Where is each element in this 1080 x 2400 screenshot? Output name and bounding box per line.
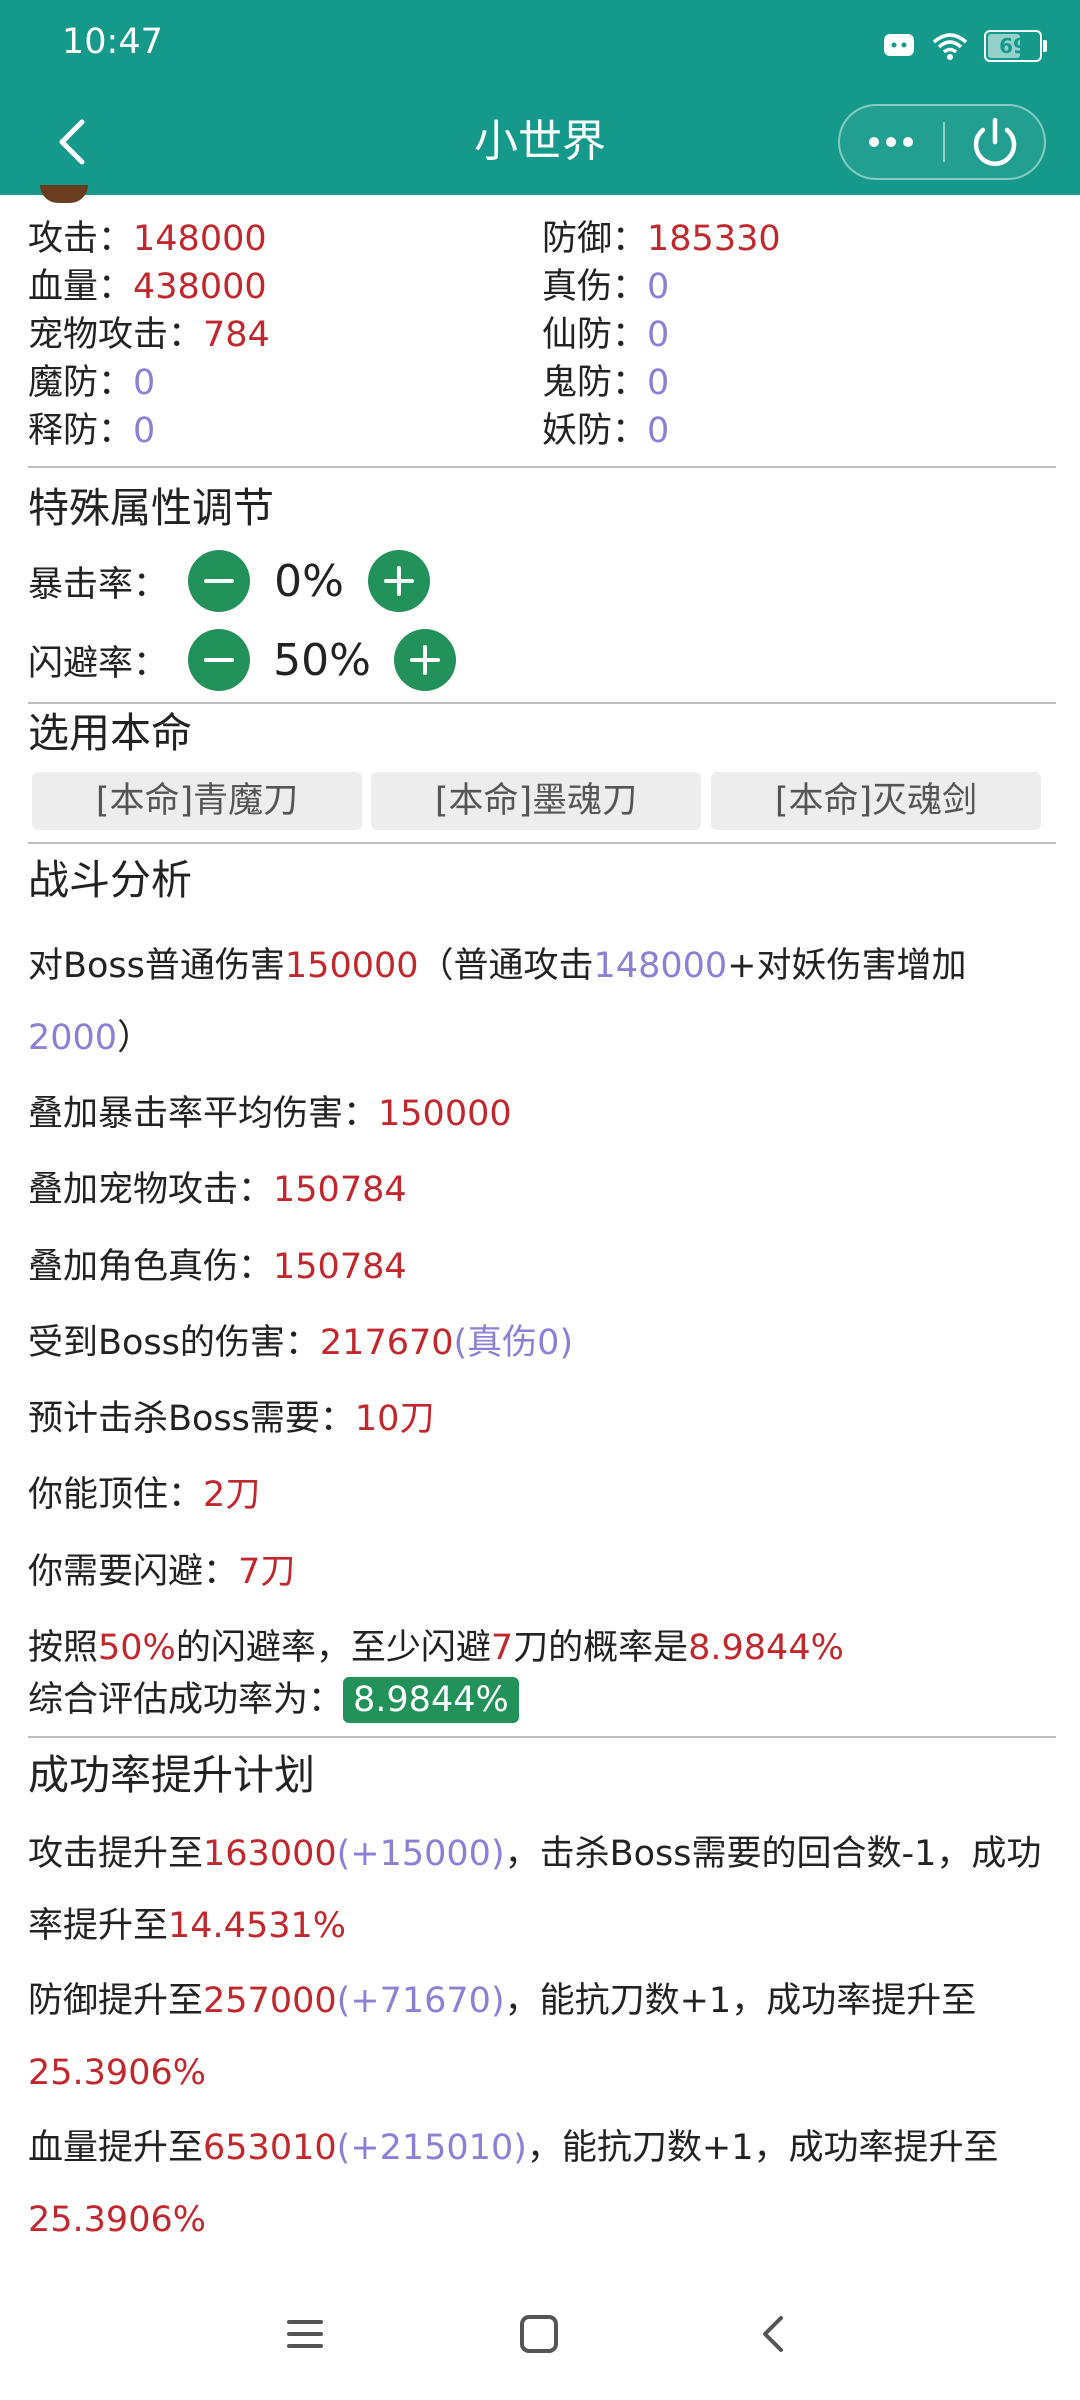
status-time: 10:47: [62, 22, 163, 62]
stat-demon-defense: 魔防：0: [28, 363, 156, 403]
plan-attack: 攻击提升至163000(+15000)，击杀Boss需要的回合数-1，成功率提升…: [28, 1834, 1042, 1946]
mini-program-capsule: [838, 104, 1046, 180]
dodge-probability: 按照50%的闪避率，至少闪避7刀的概率是8.9844%: [28, 1628, 844, 1668]
special-attr-title: 特殊属性调节: [28, 484, 274, 532]
battle-analysis-title: 战斗分析: [28, 856, 192, 904]
hits-to-dodge: 你需要闪避：7刀: [28, 1552, 296, 1592]
overall-success-rate: 综合评估成功率为： 8.9844%: [28, 1676, 519, 1724]
success-rate-badge: 8.9844%: [343, 1677, 519, 1723]
stat-hp: 血量：438000: [28, 267, 267, 307]
crit-average-damage: 叠加暴击率平均伤害：150000: [28, 1094, 512, 1134]
home-icon[interactable]: [509, 2304, 569, 2364]
boss-damage-summary: 对Boss普通伤害150000（普通攻击148000+对妖伤害增加 2000）: [28, 946, 967, 1058]
divider: [28, 702, 1056, 704]
weapon-option-miehun[interactable]: [本命]灭魂剑: [711, 772, 1041, 830]
app-header: 小世界: [0, 90, 1080, 195]
power-icon[interactable]: [945, 106, 1045, 178]
nav-back-icon[interactable]: [745, 2304, 805, 2364]
notification-icon: [884, 34, 914, 56]
wifi-icon: [932, 33, 968, 60]
stat-defense: 防御：185330: [542, 219, 781, 259]
plan-hp: 血量提升至653010(+215010)，能抗刀数+1，成功率提升至 25.390…: [28, 2128, 999, 2240]
dodge-rate-value: 50%: [273, 634, 371, 686]
stat-immortal-defense: 仙防：0: [542, 315, 670, 355]
pet-attack-damage: 叠加宠物攻击：150784: [28, 1170, 407, 1210]
battery-icon: 69: [984, 30, 1047, 62]
dodge-rate-label: 闪避率：: [28, 643, 169, 684]
avatar: [40, 185, 88, 203]
divider: [28, 466, 1056, 468]
weapon-section-title: 选用本命: [28, 709, 192, 757]
battery-level: 69: [999, 34, 1027, 58]
status-bar: 10:47 69: [0, 0, 1080, 90]
stat-ghost-defense: 鬼防：0: [542, 363, 670, 403]
divider: [28, 842, 1056, 844]
more-dots-icon[interactable]: [840, 106, 943, 178]
weapon-options: [本命]青魔刀 [本命]墨魂刀 [本命]灭魂剑: [0, 772, 1080, 832]
crit-plus-icon[interactable]: [368, 550, 431, 612]
stat-buddha-defense: 释防：0: [28, 411, 156, 451]
stat-monster-defense: 妖防：0: [542, 411, 670, 451]
dodge-minus-icon[interactable]: [188, 629, 251, 691]
stat-pet-attack: 宠物攻击：784: [28, 315, 270, 355]
crit-rate-label: 暴击率：: [28, 564, 169, 605]
system-nav-bar: [0, 2268, 1080, 2400]
divider: [28, 1736, 1056, 1738]
crit-rate-adjuster: 暴击率： 0%: [28, 549, 431, 613]
hits-survivable: 你能顶住：2刀: [28, 1475, 261, 1515]
true-damage-total: 叠加角色真伤：150784: [28, 1247, 407, 1287]
status-icons: 69: [882, 26, 1047, 66]
weapon-option-mohun[interactable]: [本命]墨魂刀: [371, 772, 701, 830]
dodge-rate-adjuster: 闪避率： 50%: [28, 628, 457, 692]
improvement-plan-title: 成功率提升计划: [28, 1751, 315, 1799]
damage-taken: 受到Boss的伤害：217670(真伤0): [28, 1323, 574, 1363]
crit-rate-value: 0%: [274, 555, 344, 607]
crit-minus-icon[interactable]: [188, 550, 251, 612]
stat-true-damage: 真伤：0: [542, 267, 670, 307]
plan-defense: 防御提升至257000(+71670)，能抗刀数+1，成功率提升至 25.3906…: [28, 1981, 977, 2093]
hits-to-kill: 预计击杀Boss需要：10刀: [28, 1399, 435, 1439]
weapon-option-qingmo[interactable]: [本命]青魔刀: [32, 772, 362, 830]
dodge-plus-icon[interactable]: [394, 629, 457, 691]
stat-attack: 攻击：148000: [28, 219, 267, 259]
menu-icon[interactable]: [275, 2304, 335, 2364]
